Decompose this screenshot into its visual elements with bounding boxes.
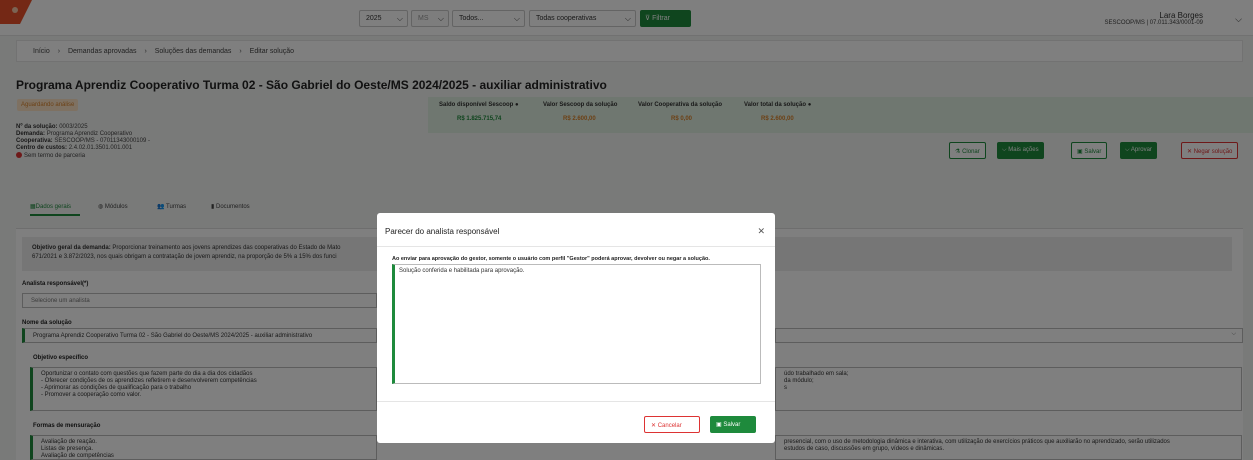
modal-divider (377, 246, 775, 247)
modal-footer-divider (377, 401, 775, 402)
analyst-opinion-modal: Parecer do analista responsável ✕ Ao env… (377, 213, 775, 443)
close-icon[interactable]: ✕ (757, 226, 765, 237)
save-icon: ▣ (716, 422, 722, 428)
modal-note: Ao enviar para aprovação do gestor, some… (392, 256, 710, 262)
close-icon: ✕ (651, 423, 657, 429)
opinion-textarea[interactable]: Solução conferida e habilitada para apro… (392, 264, 761, 384)
modal-cancel-button[interactable]: ✕ Cancelar (644, 416, 700, 433)
modal-save-button[interactable]: ▣ Salvar (710, 416, 756, 433)
modal-title: Parecer do analista responsável (385, 227, 500, 236)
